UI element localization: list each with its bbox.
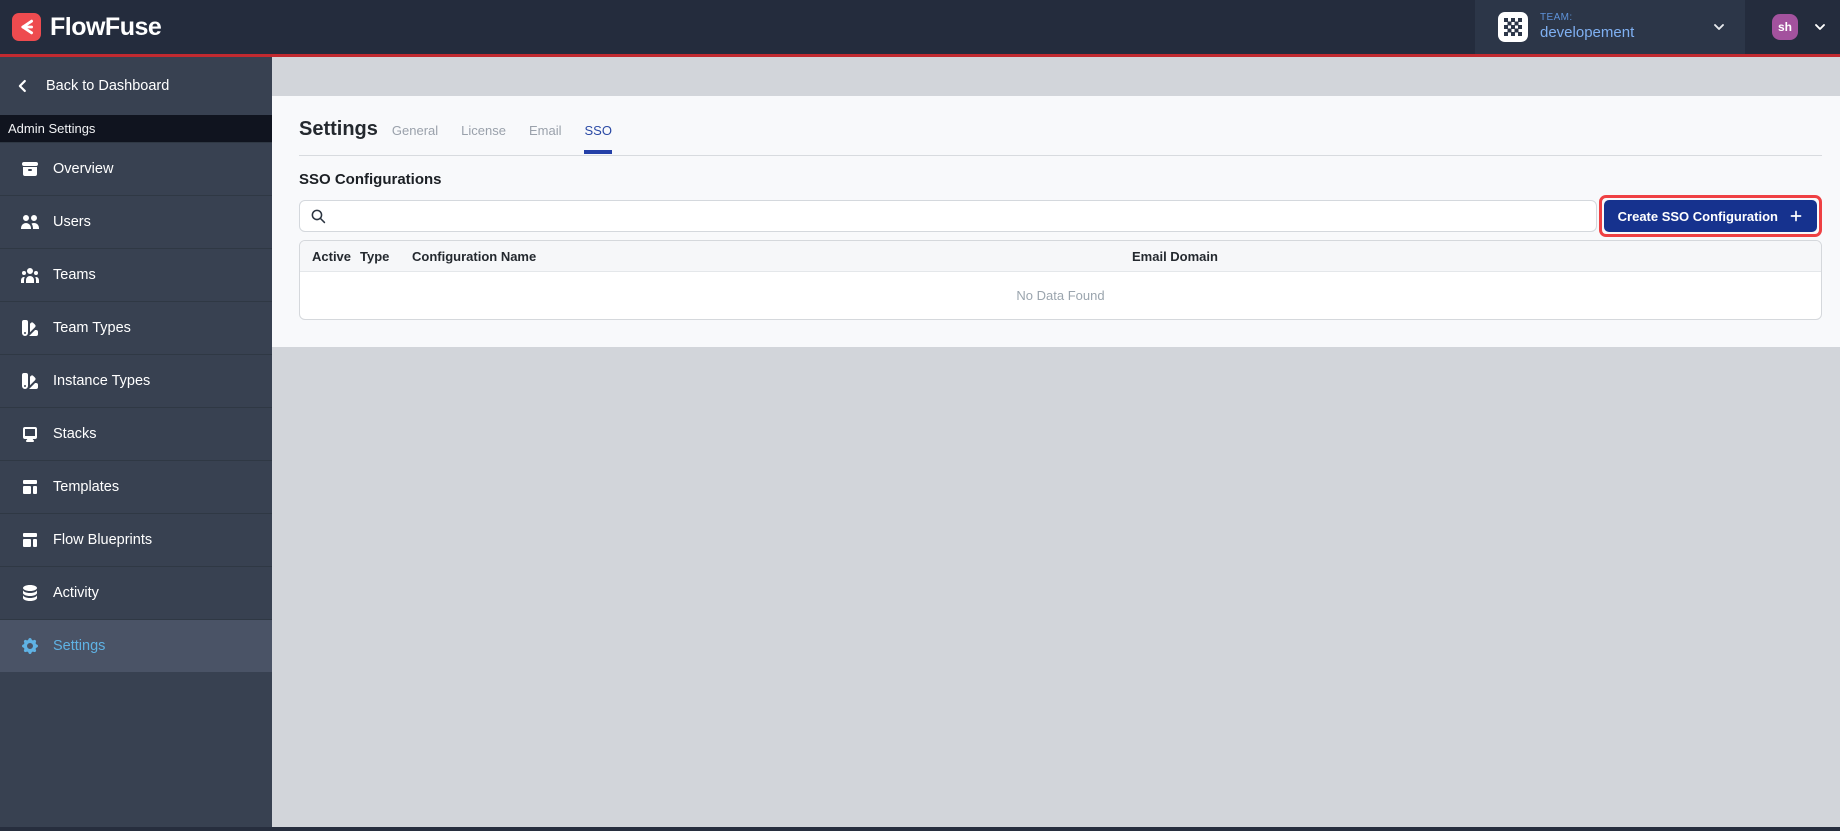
flowfuse-logo-icon (12, 13, 41, 41)
search-icon (311, 209, 326, 223)
archive-icon (20, 159, 40, 179)
user-avatar[interactable]: sh (1772, 14, 1798, 40)
back-to-dashboard-link[interactable]: Back to Dashboard (0, 57, 272, 115)
sidebar-item-settings[interactable]: Settings (0, 619, 272, 672)
column-header-active: Active (312, 248, 352, 264)
user-menu-chevron-down-icon[interactable] (1812, 19, 1828, 35)
table-empty-row: No Data Found (300, 272, 1821, 319)
team-name: developement (1540, 24, 1635, 41)
column-header-type: Type (360, 248, 390, 264)
team-avatar-icon (1498, 12, 1528, 42)
window-bottom-edge (0, 827, 1840, 831)
sidebar-item-stacks[interactable]: Stacks (0, 407, 272, 460)
users-icon (20, 212, 40, 232)
brand-home-link[interactable]: FlowFuse (0, 12, 162, 42)
database-icon (20, 583, 40, 603)
settings-panel: Settings General License Email SSO SSO C… (272, 96, 1840, 347)
create-button-label: Create SSO Configuration (1617, 208, 1778, 224)
tab-email[interactable]: Email (529, 123, 562, 154)
team-chevron-down-icon (1714, 24, 1724, 30)
table-header-row: Active Type Configuration Name Email Dom… (300, 241, 1821, 272)
team-selector[interactable]: TEAM: developement (1475, 0, 1745, 54)
tab-license[interactable]: License (461, 123, 506, 154)
sidebar-item-label: Settings (53, 638, 106, 654)
app-header: FlowFuse TEAM: developement sh (0, 0, 1840, 57)
tab-sso[interactable]: SSO (584, 123, 612, 154)
template-icon (20, 530, 40, 550)
sso-toolbar: Create SSO Configuration (299, 195, 1822, 237)
sidebar-section-label: Admin Settings (0, 115, 272, 142)
sidebar-item-label: Stacks (53, 426, 97, 442)
sidebar-item-label: Team Types (53, 320, 131, 336)
user-group-icon (20, 265, 40, 285)
team-label: TEAM: (1540, 12, 1573, 23)
color-swatch-icon (20, 318, 40, 338)
empty-state-message: No Data Found (1016, 288, 1105, 303)
column-header-configuration-name: Configuration Name (412, 248, 537, 264)
settings-header-row: Settings General License Email SSO (299, 96, 1822, 156)
search-box[interactable] (299, 200, 1597, 232)
app-window: FlowFuse TEAM: developement sh Back to D… (0, 0, 1840, 831)
plus-icon (1789, 209, 1803, 223)
sidebar-item-label: Flow Blueprints (53, 532, 153, 548)
sidebar-item-instance-types[interactable]: Instance Types (0, 354, 272, 407)
sidebar-item-flow-blueprints[interactable]: Flow Blueprints (0, 513, 272, 566)
sidebar-item-label: Users (53, 214, 91, 230)
brand-name: FlowFuse (50, 12, 162, 41)
sidebar-item-label: Activity (53, 585, 99, 601)
sidebar-item-activity[interactable]: Activity (0, 566, 272, 619)
cog-icon (20, 636, 40, 656)
sidebar-item-teams[interactable]: Teams (0, 248, 272, 301)
search-input[interactable] (335, 207, 1586, 225)
create-sso-configuration-button[interactable]: Create SSO Configuration (1603, 200, 1817, 232)
sidebar-item-label: Teams (53, 267, 96, 283)
sso-configurations-table: Active Type Configuration Name Email Dom… (299, 240, 1822, 320)
template-icon (20, 477, 40, 497)
sidebar-item-team-types[interactable]: Team Types (0, 301, 272, 354)
sidebar-item-templates[interactable]: Templates (0, 460, 272, 513)
sidebar-item-overview[interactable]: Overview (0, 142, 272, 195)
sidebar-item-users[interactable]: Users (0, 195, 272, 248)
tab-general[interactable]: General (392, 123, 438, 154)
color-swatch-icon (20, 371, 40, 391)
admin-sidebar: Back to Dashboard Admin Settings Overvie… (0, 57, 272, 827)
back-label: Back to Dashboard (46, 78, 170, 94)
desktop-computer-icon (20, 424, 40, 444)
section-title: SSO Configurations (299, 171, 442, 188)
chevron-left-icon (18, 79, 26, 93)
column-header-email-domain: Email Domain (1132, 248, 1218, 264)
sidebar-item-label: Instance Types (53, 373, 151, 389)
sidebar-item-label: Overview (53, 161, 114, 177)
main-content: Settings General License Email SSO SSO C… (272, 57, 1840, 827)
page-title: Settings (299, 118, 378, 140)
highlight-annotation-box: Create SSO Configuration (1598, 195, 1822, 237)
sidebar-item-label: Templates (53, 479, 120, 495)
